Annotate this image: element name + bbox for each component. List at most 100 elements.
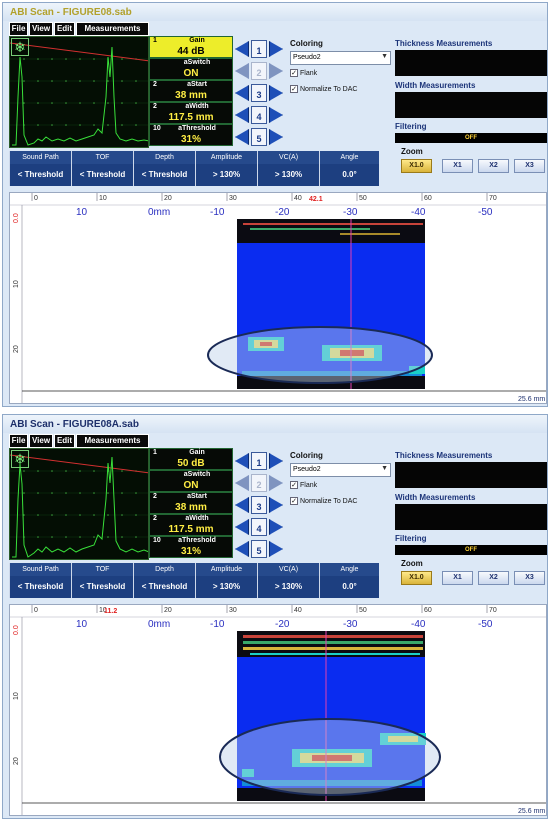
thickness-measurements-box <box>395 462 547 488</box>
decrease-arrow-icon[interactable] <box>235 41 249 57</box>
increase-arrow-icon[interactable] <box>269 85 283 101</box>
normalize-to-dac-checkbox[interactable]: ✓ Normalize To DAC <box>290 497 357 507</box>
filtering-status[interactable]: OFF <box>395 133 547 143</box>
param-3-button[interactable]: 3 <box>251 84 267 102</box>
zoom-x1-0-button[interactable]: X1.0 <box>401 159 432 173</box>
ruler-tick: 30 <box>229 607 237 614</box>
normalize-to-dac-checkbox[interactable]: ✓ Normalize To DAC <box>290 85 357 95</box>
window-title: ABI Scan - FIGURE08.sab <box>3 3 547 21</box>
readout-angle: Angle 0.0° <box>319 151 379 186</box>
param-athreshold[interactable]: 10 aThreshold 31% <box>149 124 233 146</box>
chevron-down-icon: ▼ <box>381 465 388 472</box>
flank-checkbox[interactable]: ✓ Flank <box>290 69 317 79</box>
menu-edit[interactable]: Edit <box>54 22 75 36</box>
param-awidth[interactable]: 2 aWidth 117.5 mm <box>149 102 233 124</box>
increase-arrow-icon[interactable] <box>269 129 283 145</box>
zoom-x2-button[interactable]: X2 <box>478 159 509 173</box>
zoom-x1-button[interactable]: X1 <box>442 159 473 173</box>
increase-arrow-icon[interactable] <box>269 453 283 469</box>
coloring-select[interactable]: Pseudo2 ▼ <box>290 463 391 477</box>
dac-curve <box>10 454 148 474</box>
param-gain[interactable]: 1 Gain 44 dB <box>149 36 233 58</box>
menu-view[interactable]: View <box>29 434 53 448</box>
a-scan-display[interactable]: ❄ <box>9 448 149 560</box>
readout-vca: VC(A) > 130% <box>257 151 319 186</box>
param-5-button[interactable]: 5 <box>251 128 267 146</box>
param-4-button[interactable]: 4 <box>251 106 267 124</box>
readout-angle: Angle 0.0° <box>319 563 379 598</box>
readout-vca: VC(A) > 130% <box>257 563 319 598</box>
depth-label: 0.0 <box>13 625 20 635</box>
param-3-button[interactable]: 3 <box>251 496 267 514</box>
increase-arrow-icon[interactable] <box>269 41 283 57</box>
decrease-arrow-icon[interactable] <box>235 85 249 101</box>
zoom-x2-button[interactable]: X2 <box>478 571 509 585</box>
readout-sound-path: Sound Path < Threshold <box>9 563 71 598</box>
param-gain[interactable]: 1 Gain 50 dB <box>149 448 233 470</box>
scale-label: 10 <box>76 207 88 218</box>
decrease-arrow-icon[interactable] <box>235 107 249 123</box>
scale-label: 10 <box>76 619 88 630</box>
readout-tof: TOF < Threshold <box>71 151 133 186</box>
param-2-button[interactable]: 2 <box>251 474 267 492</box>
param-aswitch[interactable]: aSwitch ON <box>149 58 233 80</box>
a-scan-display[interactable]: ❄ <box>9 36 149 148</box>
increase-arrow-icon[interactable] <box>269 541 283 557</box>
menu-measurements[interactable]: Measurements <box>76 22 149 36</box>
increase-arrow-icon[interactable] <box>269 519 283 535</box>
scale-label: -40 <box>411 619 426 630</box>
menu-view[interactable]: View <box>29 22 53 36</box>
param-1-button[interactable]: 1 <box>251 40 267 58</box>
thickness-measurements-label: Thickness Measurements <box>395 451 493 460</box>
param-awidth[interactable]: 2 aWidth 117.5 mm <box>149 514 233 536</box>
freeze-snowflake-icon[interactable]: ❄ <box>11 38 29 56</box>
param-2-button[interactable]: 2 <box>251 62 267 80</box>
increase-arrow-icon[interactable] <box>269 497 283 513</box>
param-athreshold[interactable]: 10 aThreshold 31% <box>149 536 233 558</box>
param-astart[interactable]: 2 aStart 38 mm <box>149 80 233 102</box>
menu-edit[interactable]: Edit <box>54 434 75 448</box>
scale-label: 0mm <box>148 207 170 218</box>
b-scan-display[interactable]: 0 10 20 30 40 50 60 70 11.2 10 0mm -10 -… <box>9 604 547 816</box>
ruler-tick: 60 <box>424 607 432 614</box>
zoom-x1-0-button[interactable]: X1.0 <box>401 571 432 585</box>
zoom-x3-button[interactable]: X3 <box>514 571 545 585</box>
menu-file[interactable]: File <box>9 434 28 448</box>
freeze-snowflake-icon[interactable]: ❄ <box>11 450 29 468</box>
ruler-tick: 50 <box>359 607 367 614</box>
depth-label: 10 <box>13 692 20 700</box>
increase-arrow-icon[interactable] <box>269 63 283 79</box>
param-astart[interactable]: 2 aStart 38 mm <box>149 492 233 514</box>
param-5-button[interactable]: 5 <box>251 540 267 558</box>
decrease-arrow-icon[interactable] <box>235 129 249 145</box>
menu-file[interactable]: File <box>9 22 28 36</box>
zoom-x1-button[interactable]: X1 <box>442 571 473 585</box>
coloring-select[interactable]: Pseudo2 ▼ <box>290 51 391 65</box>
increase-arrow-icon[interactable] <box>269 107 283 123</box>
filtering-status[interactable]: OFF <box>395 545 547 555</box>
flank-checkbox[interactable]: ✓ Flank <box>290 481 317 491</box>
ruler-tick: 70 <box>489 195 497 202</box>
ruler-tick: 0 <box>34 607 38 614</box>
decrease-arrow-icon[interactable] <box>235 541 249 557</box>
increase-arrow-icon[interactable] <box>269 475 283 491</box>
ruler-tick: 60 <box>424 195 432 202</box>
decrease-arrow-icon[interactable] <box>235 497 249 513</box>
b-scan-display[interactable]: 0 10 20 30 40 50 60 70 42.1 10 0mm -10 -… <box>9 192 547 404</box>
scale-label: -50 <box>478 619 493 630</box>
ruler-tick: 20 <box>164 195 172 202</box>
menu-measurements[interactable]: Measurements <box>76 434 149 448</box>
param-1-button[interactable]: 1 <box>251 452 267 470</box>
zoom-label: Zoom <box>401 559 423 568</box>
depth-label: 10 <box>13 280 20 288</box>
ruler-tick: 0 <box>34 195 38 202</box>
measurement-readout: Sound Path < Threshold TOF < Threshold Dep… <box>9 151 379 186</box>
decrease-arrow-icon[interactable] <box>235 519 249 535</box>
decrease-arrow-icon[interactable] <box>235 453 249 469</box>
param-aswitch[interactable]: aSwitch ON <box>149 470 233 492</box>
decrease-arrow-icon[interactable] <box>235 63 249 79</box>
a-scan-waveform <box>10 454 148 558</box>
decrease-arrow-icon[interactable] <box>235 475 249 491</box>
zoom-x3-button[interactable]: X3 <box>514 159 545 173</box>
param-4-button[interactable]: 4 <box>251 518 267 536</box>
